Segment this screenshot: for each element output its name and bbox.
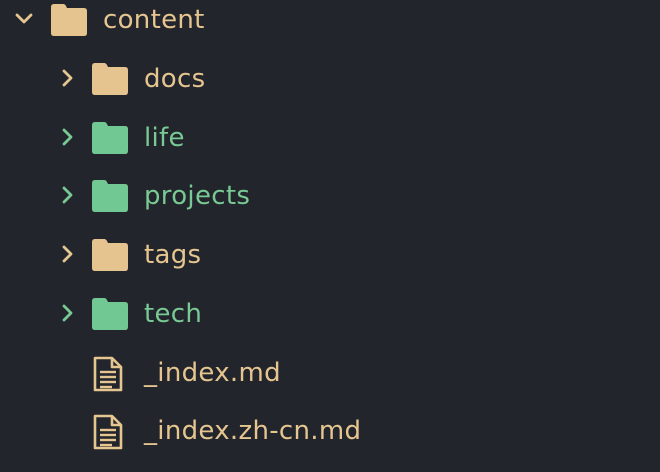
folder-icon — [92, 63, 128, 95]
tree-item-label: _index.md — [144, 358, 281, 388]
tree-item-label: tech — [144, 299, 203, 329]
document-icon — [92, 356, 124, 392]
folder-icon — [92, 239, 128, 271]
tree-item-content[interactable]: content — [0, 0, 660, 49]
chevron-right-icon[interactable] — [59, 186, 77, 204]
tree-item-label: projects — [144, 181, 251, 211]
file-explorer-tree: content docs life projects tags tech _in… — [0, 0, 660, 472]
tree-item-label: tags — [144, 240, 202, 270]
tree-item-life[interactable]: life — [0, 111, 660, 167]
folder-icon — [92, 122, 128, 154]
chevron-down-icon[interactable] — [15, 10, 33, 28]
tree-item-index-md[interactable]: _index.md — [0, 346, 660, 402]
tree-item-projects[interactable]: projects — [0, 169, 660, 225]
chevron-right-icon[interactable] — [59, 304, 77, 322]
chevron-right-icon[interactable] — [59, 128, 77, 146]
folder-icon — [92, 180, 128, 212]
tree-item-label: content — [103, 5, 205, 35]
chevron-right-icon[interactable] — [59, 245, 77, 263]
folder-open-icon — [51, 4, 87, 36]
tree-item-docs[interactable]: docs — [0, 52, 660, 108]
chevron-right-icon[interactable] — [59, 69, 77, 87]
tree-item-label: docs — [144, 64, 206, 94]
tree-item-label: life — [144, 123, 185, 153]
tree-item-tech[interactable]: tech — [0, 287, 660, 343]
tree-item-label: _index.zh-cn.md — [144, 416, 362, 446]
tree-item-tags[interactable]: tags — [0, 228, 660, 284]
folder-icon — [92, 298, 128, 330]
document-icon — [92, 414, 124, 450]
tree-item-index-zh-cn-md[interactable]: _index.zh-cn.md — [0, 404, 660, 460]
